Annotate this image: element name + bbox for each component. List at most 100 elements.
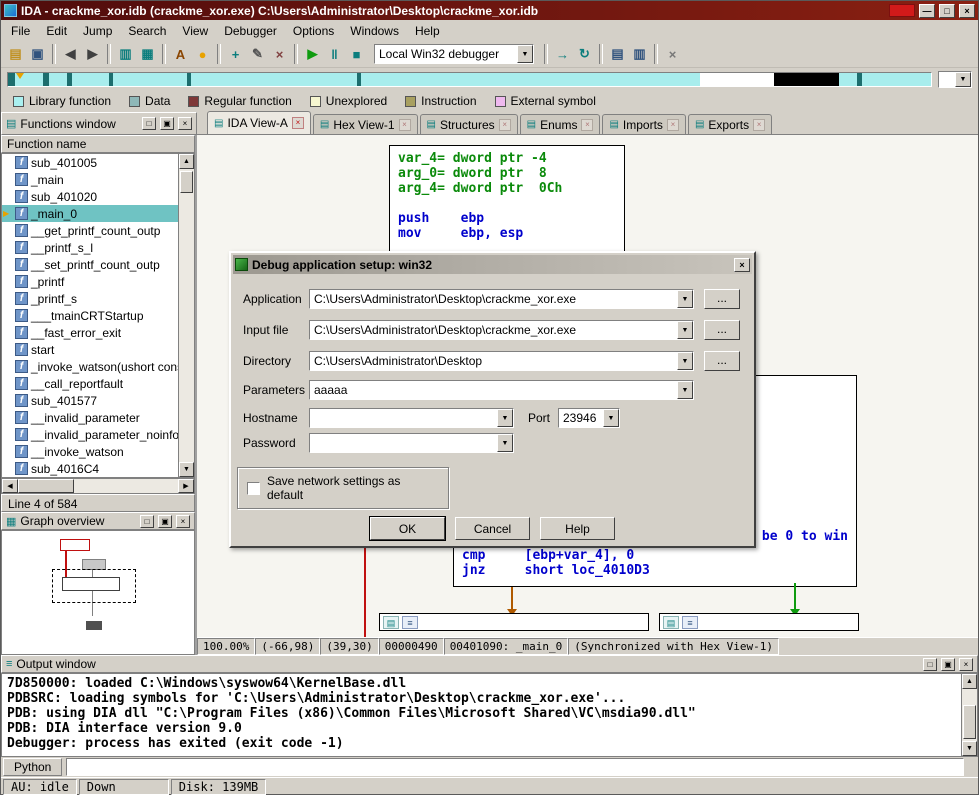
graph-node-header[interactable]: ▤ ≡ — [379, 613, 649, 631]
scroll-up-icon[interactable]: ▲ — [179, 154, 194, 169]
tab-close-icon[interactable]: × — [581, 118, 594, 131]
menu-item[interactable]: Options — [285, 21, 342, 41]
functions-list[interactable]: ▶ f sub_401005 ▶ f _main ▶ f sub_401020 — [1, 153, 195, 478]
stop-process-icon[interactable]: ■ — [346, 44, 367, 64]
debugger-select[interactable]: Local Win32 debugger ▼ — [374, 44, 534, 64]
function-row[interactable]: ▶ f _main — [2, 171, 178, 188]
windows-list-icon[interactable]: ▥ — [115, 44, 136, 64]
scroll-thumb[interactable] — [963, 705, 976, 739]
function-row[interactable]: ▶ f ___tmainCRTStartup — [2, 307, 178, 324]
document-tab[interactable]: ▤ Exports × — [687, 114, 773, 134]
password-field[interactable]: ▼ — [309, 433, 514, 453]
tab-close-icon[interactable]: × — [398, 118, 411, 131]
function-row[interactable]: ▶ f start — [2, 341, 178, 358]
function-row[interactable]: ▶ f _printf — [2, 273, 178, 290]
function-row[interactable]: ▶ f __invalid_parameter — [2, 409, 178, 426]
start-process-icon[interactable]: ▶ — [302, 44, 323, 64]
attach-process-icon[interactable]: → — [552, 44, 573, 64]
debugger-windows-icon[interactable]: ▤ — [607, 44, 628, 64]
delete-icon[interactable]: × — [269, 44, 290, 64]
function-row[interactable]: ▶ f _main_0 — [2, 205, 178, 222]
pause-process-icon[interactable]: ‖ — [324, 44, 345, 64]
scroll-up-icon[interactable]: ▲ — [962, 674, 977, 689]
document-tab[interactable]: ▤ Structures × — [419, 114, 518, 134]
forward-icon[interactable]: ▶ — [82, 44, 103, 64]
menu-item[interactable]: Windows — [342, 21, 407, 41]
function-row[interactable]: ▶ f __printf_s_l — [2, 239, 178, 256]
panel-float-button[interactable]: ▣ — [158, 514, 172, 528]
chevron-down-icon[interactable]: ▼ — [677, 290, 693, 308]
ok-button[interactable]: OK — [369, 516, 446, 541]
add-xref-icon[interactable]: + — [225, 44, 246, 64]
function-row[interactable]: ▶ f __call_reportfault — [2, 375, 178, 392]
refresh-icon[interactable]: ↻ — [574, 44, 595, 64]
scroll-down-icon[interactable]: ▼ — [179, 462, 194, 477]
toolbar-separator[interactable] — [599, 44, 603, 64]
graph-overview-canvas[interactable] — [1, 530, 195, 655]
input-file-browse-button[interactable]: ... — [704, 320, 740, 340]
minimize-button[interactable]: — — [919, 3, 935, 18]
hostname-field[interactable]: ▼ — [309, 408, 514, 428]
close-button[interactable]: × — [959, 3, 975, 18]
toolbar-separator[interactable] — [544, 44, 548, 64]
directory-browse-button[interactable]: ... — [704, 351, 740, 371]
scroll-thumb[interactable] — [180, 171, 193, 193]
save-icon[interactable]: ▣ — [27, 44, 48, 64]
toolbar-separator[interactable] — [654, 44, 658, 64]
output-scrollbar[interactable]: ▲ ▼ — [961, 674, 977, 756]
panel-maximize-button[interactable]: □ — [923, 657, 937, 671]
scroll-down-icon[interactable]: ▼ — [962, 741, 977, 756]
function-row[interactable]: ▶ f __get_printf_count_outp — [2, 222, 178, 239]
document-tab[interactable]: ▤ IDA View-A × — [207, 111, 311, 134]
tab-close-icon[interactable]: × — [291, 117, 304, 129]
tab-close-icon[interactable]: × — [753, 118, 766, 131]
close-view-icon[interactable]: × — [662, 44, 683, 64]
edit-icon[interactable]: ✎ — [247, 44, 268, 64]
back-icon[interactable]: ◀ — [60, 44, 81, 64]
port-field[interactable]: 23946 ▼ — [558, 408, 620, 428]
toolbar-separator[interactable] — [294, 44, 298, 64]
function-row[interactable]: ▶ f _invoke_watson(ushort const — [2, 358, 178, 375]
functions-column-header[interactable]: Function name — [1, 135, 195, 153]
help-button[interactable]: Help — [540, 517, 615, 540]
graph-overview-header[interactable]: ▦ Graph overview □ ▣ × — [1, 512, 195, 530]
menu-item[interactable]: Jump — [75, 21, 120, 41]
application-field[interactable]: C:\Users\Administrator\Desktop\crackme_x… — [309, 289, 694, 309]
scroll-thumb[interactable] — [18, 479, 74, 493]
scroll-left-icon[interactable]: ◀ — [2, 479, 18, 493]
function-row[interactable]: ▶ f sub_401577 — [2, 392, 178, 409]
application-browse-button[interactable]: ... — [704, 289, 740, 309]
chevron-down-icon[interactable]: ▼ — [677, 321, 693, 339]
chevron-down-icon[interactable]: ▼ — [677, 352, 693, 370]
functions-panel-header[interactable]: ▤ Functions window □ ▣ × — [1, 112, 197, 135]
input-file-field[interactable]: C:\Users\Administrator\Desktop\crackme_x… — [309, 320, 694, 340]
menu-item[interactable]: Debugger — [216, 21, 285, 41]
chevron-down-icon[interactable]: ▼ — [603, 409, 619, 427]
menu-item[interactable]: Help — [407, 21, 448, 41]
scroll-track[interactable] — [962, 689, 977, 741]
panel-maximize-button[interactable]: □ — [140, 514, 154, 528]
python-cli-input[interactable] — [67, 759, 963, 775]
functions-vertical-scrollbar[interactable]: ▲ ▼ — [178, 154, 194, 477]
graph-node-header[interactable]: ▤ ≡ — [659, 613, 859, 631]
menu-item[interactable]: View — [174, 21, 216, 41]
panel-maximize-button[interactable]: □ — [142, 117, 156, 130]
parameters-field[interactable]: aaaaa ▼ — [309, 380, 694, 400]
dialog-title-bar[interactable]: Debug application setup: win32 × — [233, 255, 752, 274]
menu-item[interactable]: Search — [120, 21, 174, 41]
toolbar-separator[interactable] — [217, 44, 221, 64]
menu-item[interactable]: Edit — [38, 21, 75, 41]
function-row[interactable]: ▶ f sub_401020 — [2, 188, 178, 205]
overview-viewport-rect[interactable] — [52, 569, 136, 603]
maximize-button[interactable]: □ — [939, 3, 955, 18]
chevron-down-icon[interactable]: ▼ — [677, 381, 693, 399]
function-row[interactable]: ▶ f sub_4016C4 — [2, 460, 178, 477]
toolbar-separator[interactable] — [162, 44, 166, 64]
panel-close-button[interactable]: × — [176, 514, 190, 528]
function-row[interactable]: ▶ f __invalid_parameter_noinfo — [2, 426, 178, 443]
tab-close-icon[interactable]: × — [666, 118, 679, 131]
panel-float-button[interactable]: ▣ — [941, 657, 955, 671]
watch-list-icon[interactable]: ▥ — [629, 44, 650, 64]
save-network-settings-checkbox[interactable] — [247, 481, 260, 495]
menu-item[interactable]: File — [3, 21, 38, 41]
